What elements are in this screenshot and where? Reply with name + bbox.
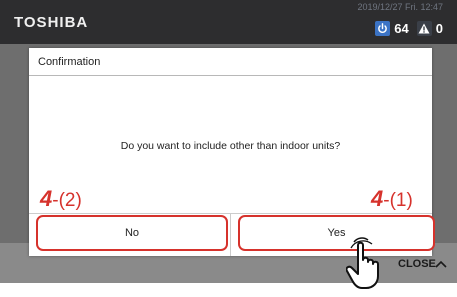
brand-logo: TOSHIBA	[14, 14, 89, 31]
dialog-message: Do you want to include other than indoor…	[120, 140, 341, 152]
step-annotation-right: 4-(1)	[371, 186, 413, 211]
alarm-counter[interactable]: 0	[416, 21, 443, 36]
datetime-display: 2019/12/27 Fri. 12:47	[357, 2, 443, 12]
close-button[interactable]: CLOSE	[398, 258, 436, 270]
power-icon	[375, 21, 391, 36]
yes-button[interactable]: Yes	[238, 215, 435, 251]
step-annotation-left: 4-(2)	[40, 186, 82, 211]
no-button[interactable]: No	[36, 215, 228, 251]
step-number: 4	[40, 186, 53, 211]
step-sub: -(1)	[383, 190, 413, 211]
top-bar: TOSHIBA 2019/12/27 Fri. 12:47 64 0	[0, 0, 457, 44]
hand-pointer-icon	[345, 236, 398, 297]
button-separator	[230, 213, 231, 256]
status-counters: 64 0	[375, 21, 443, 36]
warning-icon	[416, 21, 432, 36]
step-sub: -(2)	[52, 190, 82, 211]
power-counter[interactable]: 64	[375, 21, 409, 36]
step-number: 4	[371, 186, 384, 211]
alarm-count: 0	[435, 21, 443, 36]
power-count: 64	[394, 21, 409, 36]
chevron-up-icon[interactable]	[434, 256, 448, 274]
title-divider	[29, 75, 432, 76]
dialog-title: Confirmation	[38, 56, 101, 68]
